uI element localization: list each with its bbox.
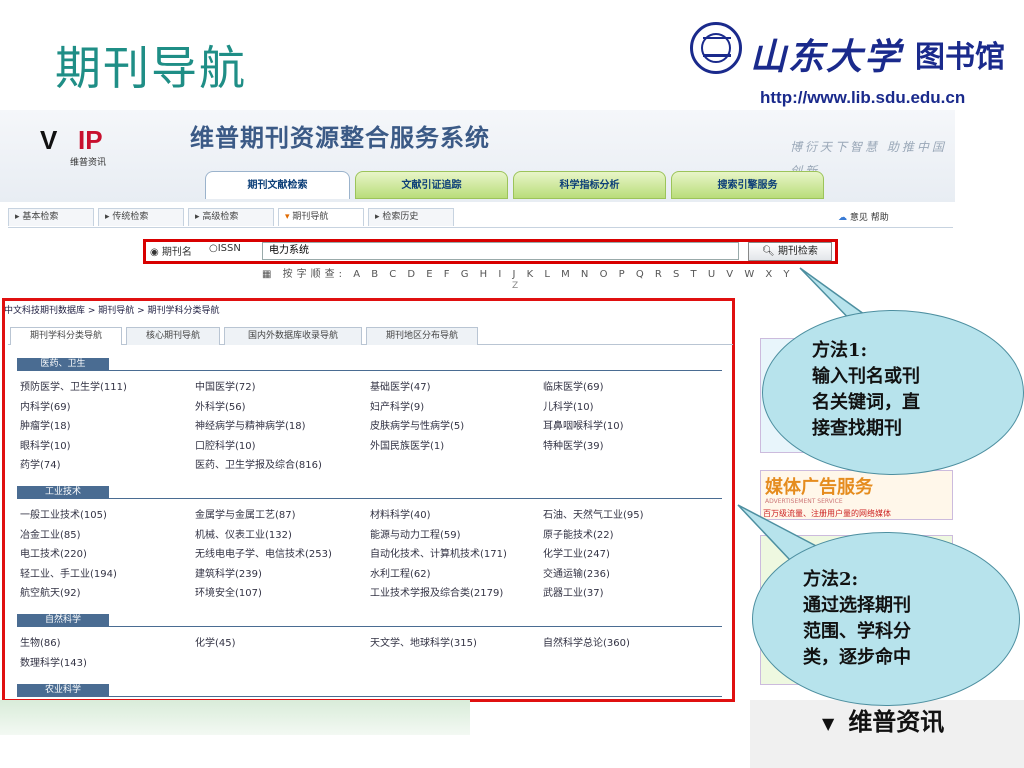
callout-method-1-text: 方法1: 输入刊名或刊 名关键词，直 接查找期刊 bbox=[812, 340, 920, 439]
callout-method-2-text: 方法2: 通过选择期刊 范围、学科分 类，逐步命中 bbox=[803, 569, 911, 668]
